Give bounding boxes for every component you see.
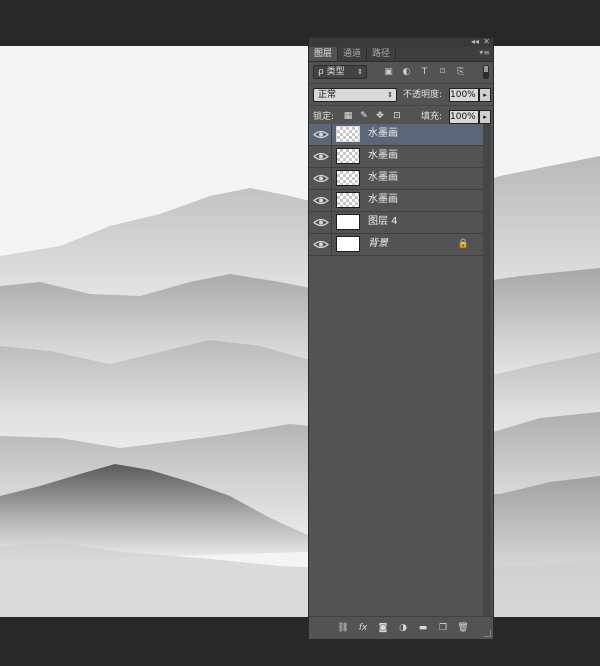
lock-label: 锁定: (313, 112, 335, 122)
panel-menu-icon[interactable]: ▾≡ (479, 48, 490, 57)
layer-thumbnail[interactable] (336, 236, 360, 252)
layer-visibility-toggle[interactable] (309, 212, 332, 233)
layer-visibility-toggle[interactable] (309, 124, 332, 145)
tab-paths[interactable]: 路径 (367, 47, 397, 61)
adjustment-layer-icon[interactable]: ◑ (397, 622, 409, 634)
eye-icon (313, 218, 329, 227)
blend-mode-value: 正常 (318, 90, 337, 100)
layer-row[interactable]: 水墨画 (309, 124, 483, 146)
lock-icon: 🔒 (457, 239, 469, 249)
filter-adjustment-icon[interactable]: ◐ (401, 67, 412, 78)
layer-thumbnail[interactable] (336, 214, 360, 230)
close-icon[interactable]: ✕ (483, 37, 490, 46)
layer-thumbnail[interactable] (336, 192, 360, 208)
layer-row[interactable]: 背景 🔒 (309, 234, 483, 256)
chevron-updown-icon: ⇕ (357, 68, 363, 76)
tab-channels[interactable]: 通道 (338, 47, 368, 61)
layer-row[interactable]: 图层 4 (309, 212, 483, 234)
eye-icon (313, 130, 329, 139)
layer-style-fx-icon[interactable]: fx (357, 622, 369, 634)
layers-list: 水墨画 水墨画 水墨画 水墨画 图层 4 背景 🔒 (309, 124, 483, 256)
fill-field[interactable]: 100% (449, 110, 479, 124)
layer-name[interactable]: 水墨画 (368, 128, 398, 140)
panel-footer: ⛓ fx ◙ ◑ ▬ ❐ 🗑 (309, 616, 493, 639)
layer-row[interactable]: 水墨画 (309, 190, 483, 212)
fill-slider-button[interactable]: ▸ (479, 110, 491, 124)
document-canvas[interactable] (0, 46, 600, 617)
filter-smart-object-icon[interactable]: ⎘ (455, 67, 466, 78)
tab-layers[interactable]: 图层 (309, 47, 339, 61)
blend-opacity-row: 正常 ⇕ 不透明度: 100% ▸ (309, 84, 493, 106)
eye-icon (313, 174, 329, 183)
lock-all-icon[interactable]: ⊡ (392, 111, 402, 121)
ink-landscape-image (0, 46, 600, 617)
collapse-panel-icon[interactable]: ◂◂ (471, 37, 479, 46)
panel-tabs: 图层 通道 路径 ▾≡ (309, 47, 493, 62)
add-mask-icon[interactable]: ◙ (377, 622, 389, 634)
filter-text-icon[interactable]: T (419, 67, 430, 78)
panel-title-bar[interactable]: ◂◂ ✕ (309, 37, 493, 47)
layer-visibility-toggle[interactable] (309, 146, 332, 167)
new-layer-icon[interactable]: ❐ (437, 622, 449, 634)
layer-visibility-toggle[interactable] (309, 234, 332, 255)
layer-filter-row: ρ 类型 ⇕ ▣ ◐ T ⌑ ⎘ (309, 62, 493, 84)
new-group-folder-icon[interactable]: ▬ (417, 622, 429, 634)
delete-layer-trash-icon[interactable]: 🗑 (457, 622, 469, 634)
opacity-label: 不透明度: (403, 90, 443, 100)
filter-shape-icon[interactable]: ⌑ (437, 67, 448, 78)
eye-icon (313, 240, 329, 249)
opacity-slider-button[interactable]: ▸ (479, 88, 491, 102)
layer-visibility-toggle[interactable] (309, 190, 332, 211)
opacity-field[interactable]: 100% (449, 88, 479, 102)
layer-thumbnail[interactable] (336, 126, 360, 142)
layer-visibility-toggle[interactable] (309, 168, 332, 189)
blend-mode-select[interactable]: 正常 ⇕ (313, 88, 397, 102)
layer-name[interactable]: 背景 (368, 238, 388, 250)
filter-toggle-switch[interactable] (483, 65, 489, 79)
eye-icon (313, 196, 329, 205)
layer-name[interactable]: 水墨画 (368, 194, 398, 206)
filter-pixel-icon[interactable]: ▣ (383, 67, 394, 78)
layers-scrollbar[interactable] (483, 124, 491, 618)
filter-type-label: ρ 类型 (318, 67, 345, 77)
chevron-updown-icon: ⇕ (387, 91, 393, 99)
layer-thumbnail[interactable] (336, 148, 360, 164)
fill-label: 填充: (421, 112, 443, 122)
filter-type-select[interactable]: ρ 类型 ⇕ (313, 65, 367, 79)
lock-image-pixels-icon[interactable]: ✎ (359, 111, 369, 121)
lock-transparent-pixels-icon[interactable]: ▦ (343, 111, 353, 121)
resize-grip[interactable] (484, 630, 491, 637)
layer-name[interactable]: 水墨画 (368, 172, 398, 184)
layer-row[interactable]: 水墨画 (309, 146, 483, 168)
layer-row[interactable]: 水墨画 (309, 168, 483, 190)
eye-icon (313, 152, 329, 161)
layer-name[interactable]: 水墨画 (368, 150, 398, 162)
layer-thumbnail[interactable] (336, 170, 360, 186)
link-layers-icon[interactable]: ⛓ (337, 622, 349, 634)
layers-panel: ◂◂ ✕ 图层 通道 路径 ▾≡ ρ 类型 ⇕ ▣ ◐ T ⌑ ⎘ 正常 ⇕ 不… (308, 37, 494, 640)
lock-position-icon[interactable]: ✥ (375, 111, 385, 121)
layer-name[interactable]: 图层 4 (368, 216, 398, 228)
